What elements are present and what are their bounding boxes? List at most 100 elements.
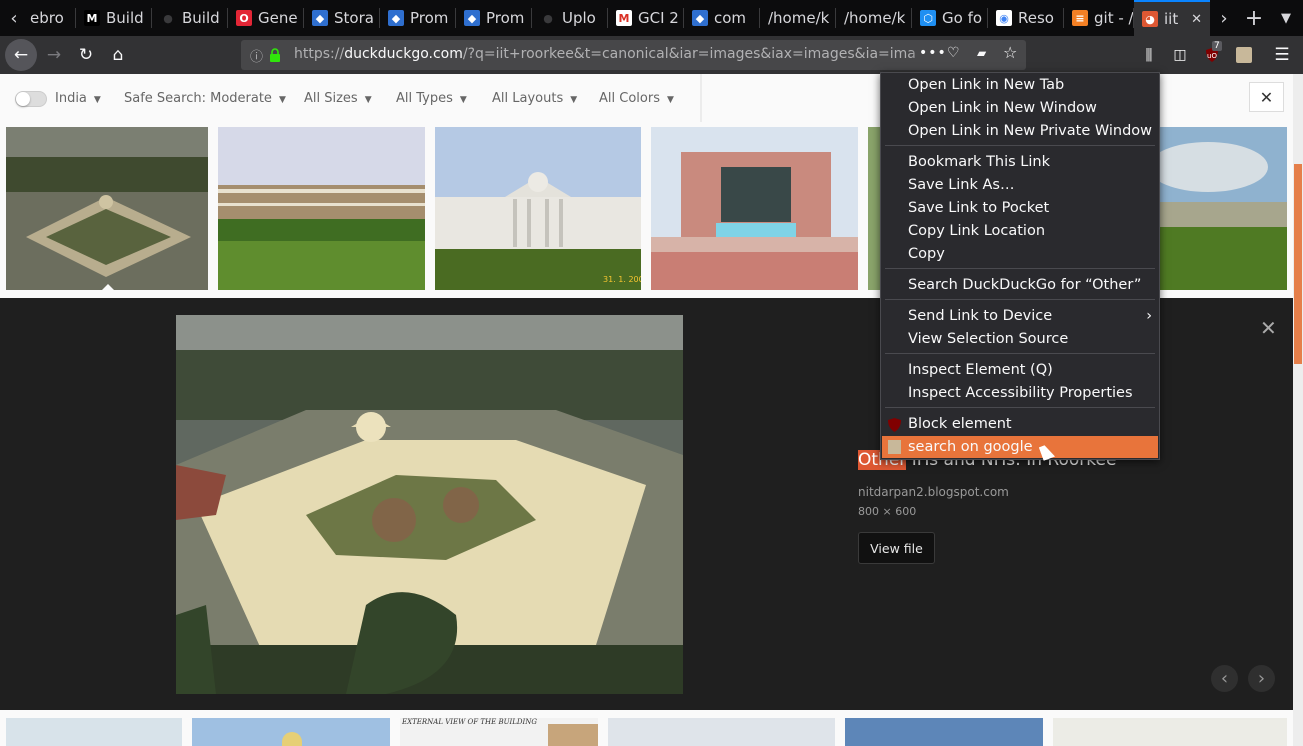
menu-item-block-element[interactable]: Block element bbox=[882, 413, 1158, 435]
detail-source-link[interactable]: nitdarpan2.blogspot.com bbox=[858, 485, 1009, 499]
image-thumb[interactable] bbox=[1053, 718, 1287, 746]
page-scrollbar[interactable] bbox=[1293, 74, 1303, 746]
detail-image[interactable] bbox=[176, 315, 683, 694]
reader-mode-icon[interactable]: ▰ bbox=[977, 46, 986, 60]
image-thumb[interactable] bbox=[6, 718, 182, 746]
image-thumb[interactable]: EXTERNAL VIEW OF THE BUILDING bbox=[400, 718, 598, 746]
tab[interactable]: ● Build bbox=[152, 0, 228, 36]
tab[interactable]: /home/k bbox=[836, 0, 912, 36]
menu-item-open-link-in-new-window[interactable]: Open Link in New Window bbox=[882, 97, 1158, 119]
tab[interactable]: ◆ Stora bbox=[304, 0, 380, 36]
menu-item-label: Send Link to Device bbox=[908, 308, 1053, 324]
url-bar[interactable]: ⓘ https://duckduckgo.com/?q=iit+roorkee&… bbox=[241, 40, 1026, 70]
menu-item-bookmark-this-link[interactable]: Bookmark This Link bbox=[882, 151, 1158, 173]
caret-down-icon: ▼ bbox=[278, 95, 286, 105]
forward-button[interactable]: → bbox=[38, 39, 70, 71]
menu-item-label: Open Link in New Tab bbox=[908, 77, 1065, 93]
menu-item-label: Copy bbox=[908, 246, 945, 262]
tab-label: git - / bbox=[1094, 9, 1134, 27]
menu-item-search-duckduckgo-for-other[interactable]: Search DuckDuckGo for “Other” bbox=[882, 274, 1158, 296]
scrollbar-thumb[interactable] bbox=[1294, 164, 1302, 364]
campus-sky-image bbox=[1158, 127, 1287, 290]
tab-label: Build bbox=[106, 9, 144, 27]
tab[interactable]: ◆ com bbox=[684, 0, 760, 36]
bookmark-star-icon[interactable]: ☆ bbox=[1003, 43, 1017, 62]
ublock-origin-button[interactable]: uO 7 bbox=[1196, 39, 1228, 71]
page-actions-icon[interactable]: ••• bbox=[919, 45, 947, 61]
image-thumb[interactable] bbox=[845, 718, 1043, 746]
back-button[interactable]: ← bbox=[5, 39, 37, 71]
scroll-tabs-left-icon[interactable]: ‹ bbox=[4, 0, 24, 36]
menu-item-save-link-as[interactable]: Save Link As… bbox=[882, 174, 1158, 196]
context-menu: Open Link in New Tab Open Link in New Win… bbox=[880, 72, 1160, 461]
pocket-icon[interactable]: ♡ bbox=[947, 45, 960, 61]
tab-label: Uplo bbox=[562, 9, 596, 27]
menu-item-inspect-element-q[interactable]: Inspect Element (Q) bbox=[882, 359, 1158, 381]
tab[interactable]: ● Uplo bbox=[532, 0, 608, 36]
image-thumb[interactable]: 31. 1. 2007 bbox=[435, 127, 641, 290]
size-dropdown[interactable]: All Sizes ▼ bbox=[304, 91, 372, 106]
menu-item-inspect-accessibility-properties[interactable]: Inspect Accessibility Properties bbox=[882, 382, 1158, 404]
chrome-icon: ◉ bbox=[996, 10, 1012, 26]
image-thumb[interactable] bbox=[608, 718, 835, 746]
extension-button[interactable] bbox=[1228, 39, 1260, 71]
region-dropdown[interactable]: India ▼ bbox=[55, 91, 101, 106]
menu-item-copy-link-location[interactable]: Copy Link Location bbox=[882, 220, 1158, 242]
tab[interactable]: ⬡ Go fo bbox=[912, 0, 988, 36]
submenu-arrow-icon: › bbox=[1146, 308, 1152, 324]
campus-aerial-image bbox=[6, 127, 208, 290]
hexagon-icon: ⬡ bbox=[920, 10, 936, 26]
layout-dropdown[interactable]: All Layouts ▼ bbox=[492, 91, 577, 106]
region-toggle[interactable] bbox=[15, 91, 47, 107]
menu-item-save-link-to-pocket[interactable]: Save Link to Pocket bbox=[882, 197, 1158, 219]
menu-separator bbox=[885, 353, 1155, 354]
tab[interactable]: ◉ Reso bbox=[988, 0, 1064, 36]
sidebar-icon[interactable]: ◫ bbox=[1164, 39, 1196, 71]
color-dropdown[interactable]: All Colors ▼ bbox=[599, 91, 674, 106]
gmail-icon: M bbox=[616, 10, 632, 26]
previous-image-icon[interactable]: ‹ bbox=[1211, 665, 1238, 692]
list-all-tabs-icon[interactable]: ▼ bbox=[1272, 0, 1300, 36]
safe-search-label: Safe Search: Moderate bbox=[124, 91, 272, 106]
tab[interactable]: O Gene bbox=[228, 0, 304, 36]
menu-item-view-selection-source[interactable]: View Selection Source bbox=[882, 328, 1158, 350]
tab-active[interactable]: ◕ iit ✕ bbox=[1134, 0, 1210, 36]
hamburger-menu-icon[interactable]: ☰ bbox=[1266, 39, 1298, 71]
menu-item-open-link-in-new-tab[interactable]: Open Link in New Tab bbox=[882, 74, 1158, 96]
tab[interactable]: ◆ Prom bbox=[456, 0, 532, 36]
tab[interactable]: ◆ Prom bbox=[380, 0, 456, 36]
close-tab-icon[interactable]: ✕ bbox=[1191, 12, 1202, 27]
scroll-tabs-right-icon[interactable]: › bbox=[1212, 0, 1236, 36]
gitlab-doc-icon: ◆ bbox=[312, 10, 328, 26]
menu-item-send-link-to-device[interactable]: Send Link to Device › bbox=[882, 305, 1158, 327]
tab[interactable]: /home/k bbox=[760, 0, 836, 36]
image-thumb[interactable] bbox=[6, 127, 208, 290]
reload-button[interactable]: ↻ bbox=[70, 39, 102, 71]
tab[interactable]: ≡ git - / bbox=[1064, 0, 1134, 36]
info-icon[interactable]: ⓘ bbox=[250, 46, 263, 65]
image-thumb[interactable] bbox=[218, 127, 425, 290]
menu-item-copy[interactable]: Copy bbox=[882, 243, 1158, 265]
close-detail-icon[interactable]: ✕ bbox=[1260, 316, 1277, 340]
menu-separator bbox=[885, 299, 1155, 300]
tab[interactable]: M GCI 2 bbox=[608, 0, 684, 36]
close-filters-icon[interactable]: ✕ bbox=[1249, 82, 1284, 112]
image-thumb[interactable] bbox=[1158, 127, 1287, 290]
next-image-icon[interactable]: › bbox=[1248, 665, 1275, 692]
menu-item-search-on-google[interactable]: search on google bbox=[882, 436, 1158, 458]
safe-search-dropdown[interactable]: Safe Search: Moderate ▼ bbox=[124, 91, 286, 106]
color-label: All Colors bbox=[599, 91, 660, 106]
filter-divider bbox=[700, 74, 702, 122]
image-thumb[interactable] bbox=[192, 718, 390, 746]
menu-item-open-link-in-new-private-window[interactable]: Open Link in New Private Window bbox=[882, 120, 1158, 142]
tab-label: Go fo bbox=[942, 9, 983, 27]
home-button[interactable]: ⌂ bbox=[102, 39, 134, 71]
medium-m-icon: M bbox=[84, 10, 100, 26]
library-icon[interactable]: ⫼ bbox=[1133, 39, 1165, 71]
image-thumb[interactable] bbox=[651, 127, 858, 290]
new-tab-button[interactable]: + bbox=[1240, 0, 1268, 36]
view-file-button[interactable]: View file bbox=[858, 532, 935, 564]
tab[interactable]: M Build bbox=[76, 0, 152, 36]
tab[interactable]: ebro bbox=[28, 0, 76, 36]
type-dropdown[interactable]: All Types ▼ bbox=[396, 91, 467, 106]
